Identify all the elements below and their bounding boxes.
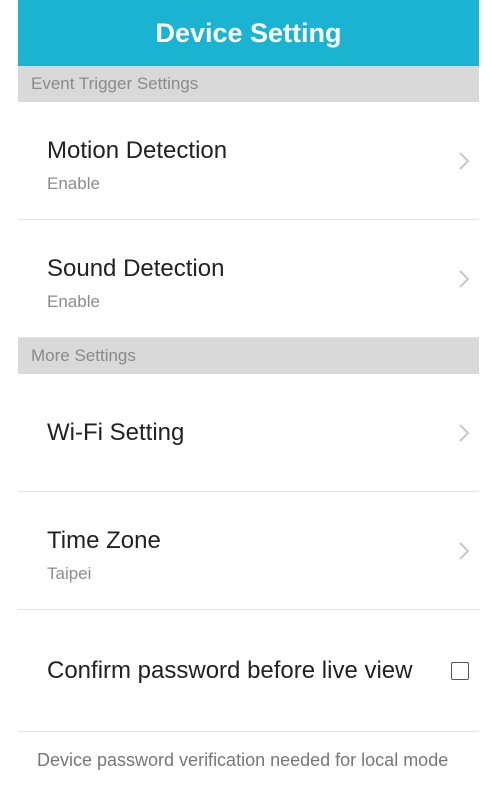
chevron-right-icon <box>457 151 471 171</box>
time-zone-value: Taipei <box>47 564 92 583</box>
right-edge <box>479 0 491 802</box>
title-bar: Device Setting <box>18 0 479 66</box>
chevron-right-icon <box>457 423 471 443</box>
time-zone-label: Time Zone <box>47 527 161 554</box>
confirm-password-row[interactable]: Confirm password before live view <box>18 610 479 732</box>
motion-detection-value: Enable <box>47 174 100 193</box>
chevron-right-icon <box>457 541 471 561</box>
time-zone-row[interactable]: Time Zone Taipei <box>18 492 479 610</box>
left-edge <box>0 0 18 802</box>
motion-detection-row[interactable]: Motion Detection Enable <box>18 102 479 220</box>
confirm-password-label: Confirm password before live view <box>47 656 413 684</box>
sound-detection-value: Enable <box>47 292 100 311</box>
sound-detection-label: Sound Detection <box>47 255 225 282</box>
wifi-setting-label: Wi-Fi Setting <box>47 418 185 446</box>
section-header-more-settings: More Settings <box>18 338 479 374</box>
wifi-setting-row[interactable]: Wi-Fi Setting <box>18 374 479 492</box>
confirm-password-note: Device password verification needed for … <box>37 750 449 770</box>
confirm-password-checkbox[interactable] <box>451 661 469 680</box>
page-title: Device Setting <box>155 17 342 48</box>
sound-detection-row[interactable]: Sound Detection Enable <box>18 220 479 338</box>
section-header-event-trigger: Event Trigger Settings <box>18 66 479 102</box>
device-setting-screen: Device Setting Event Trigger Settings Mo… <box>0 0 491 802</box>
chevron-right-icon <box>457 269 471 289</box>
settings-panel: Device Setting Event Trigger Settings Mo… <box>18 0 479 802</box>
motion-detection-label: Motion Detection <box>47 137 228 164</box>
